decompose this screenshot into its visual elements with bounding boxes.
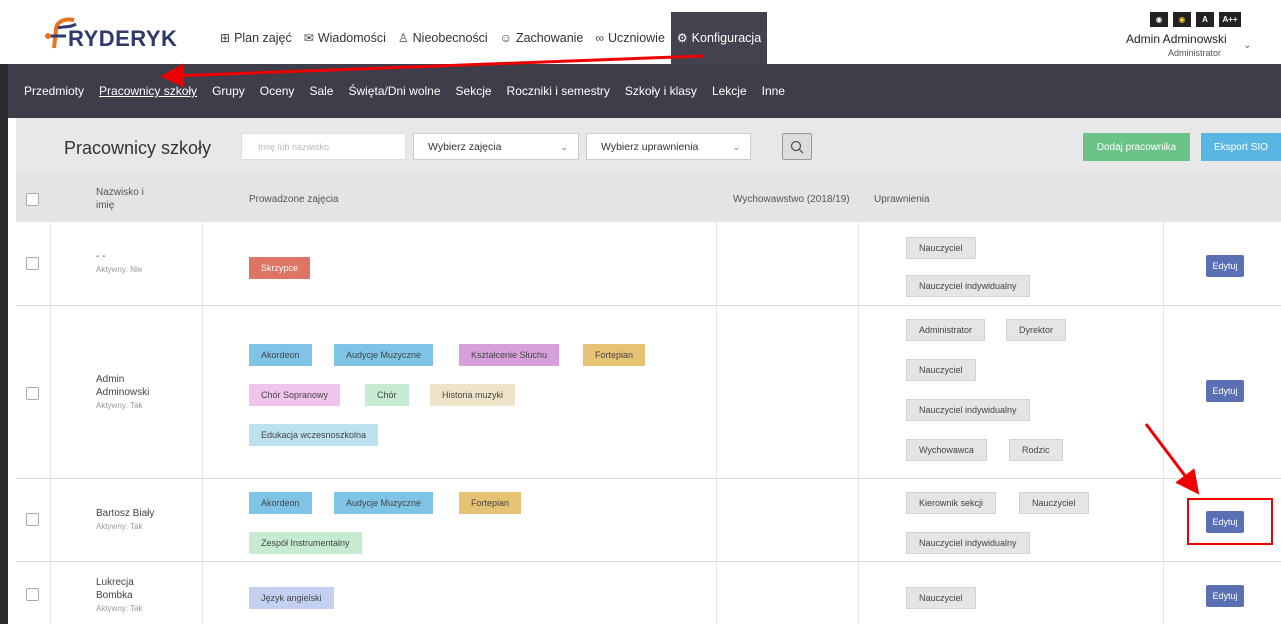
annotation-arrows xyxy=(160,54,1200,495)
arrow-to-staff-tab xyxy=(160,54,704,88)
app-root: RYDERYK ⊞ Plan zajęć ✉ Wiadomości ♙ Nieobec… xyxy=(0,0,1281,624)
arrow-to-edit-button xyxy=(1144,423,1200,495)
